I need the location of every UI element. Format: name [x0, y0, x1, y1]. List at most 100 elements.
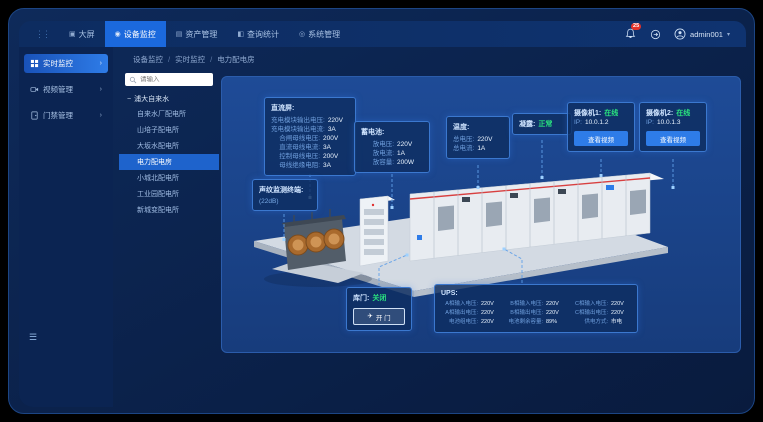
sidebar-item-label: 实时监控 — [43, 58, 73, 69]
breadcrumb-item[interactable]: 设备监控 — [133, 54, 163, 65]
field-label: 直流母线电流: — [271, 143, 320, 152]
field-label: 合闸母线电压: — [271, 134, 320, 143]
view-video-button[interactable]: 查看视频 — [646, 131, 700, 146]
asset-icon: ▤ — [176, 30, 183, 38]
sidebar-item-access-control[interactable]: 门禁管理 › — [24, 106, 108, 125]
notification-badge: 25 — [631, 23, 641, 30]
field-label: B相输出电压: — [506, 309, 543, 318]
field-label: 放电流: — [361, 149, 394, 158]
sidebar-item-label: 门禁管理 — [43, 110, 73, 121]
field-label: 供电方式: — [571, 318, 608, 327]
ups-panel: UPS: A相输入电压:220V B相输入电压:220V C相输入电压:220V… — [434, 284, 638, 333]
field-value: 220V — [546, 300, 566, 309]
field-value: 220V — [611, 300, 631, 309]
grid-monitor-icon — [30, 59, 39, 68]
ip-value: 10.0.1.2 — [585, 118, 609, 128]
tree-root-node[interactable]: − 浦大自来水 — [119, 94, 219, 104]
video-camera-icon — [30, 85, 39, 94]
field-value: 200V — [323, 152, 349, 161]
dc-screen-panel: 直流屏: 充电模块输出电压:220V 充电模块输出电流:3A 合闸母线电压:20… — [264, 97, 356, 176]
field-value: 220V — [477, 135, 503, 144]
noise-monitor-panel: 声纹监测终端: (22dB) — [252, 179, 318, 211]
nav-label: 设备监控 — [124, 29, 156, 40]
nav-item-query-stats[interactable]: ◧ 查询统计 — [227, 21, 289, 47]
monitor-icon: ◉ — [115, 30, 121, 38]
nav-item-device-monitor[interactable]: ◉ 设备监控 — [105, 21, 166, 47]
tree-item[interactable]: 自来水厂配电所 — [119, 106, 219, 122]
field-value: 3A — [323, 161, 349, 170]
panel-title: 温度: — [453, 122, 503, 132]
field-value: 200V — [323, 134, 349, 143]
tree-item[interactable]: 小城北配电所 — [119, 170, 219, 186]
tree-item[interactable]: 工业园配电所 — [119, 186, 219, 202]
sidebar-item-video-management[interactable]: 视频管理 › — [24, 80, 108, 99]
door-icon — [30, 111, 39, 120]
field-value: 89% — [546, 318, 566, 327]
field-value: 1A — [397, 149, 423, 158]
chevron-right-icon: › — [100, 112, 102, 119]
panel-title: 蓄电池: — [361, 127, 423, 137]
breadcrumb: 设备监控 实时监控 电力配电房 — [133, 54, 255, 65]
nav-label: 大屏 — [79, 29, 95, 40]
nav-item-bigscreen[interactable]: ▣ 大屏 — [59, 21, 105, 47]
open-door-label: 开 门 — [376, 312, 391, 322]
sidebar-collapse-button[interactable]: ☰ — [29, 332, 37, 343]
user-menu[interactable]: admin001 ▾ — [674, 28, 730, 40]
field-label: 充电模块输出电压: — [271, 116, 325, 125]
chevron-right-icon: › — [100, 60, 102, 67]
door-panel: 库门: 关闭 ✈ 开 门 — [346, 287, 412, 331]
field-label: 放电压: — [361, 140, 394, 149]
field-value: 220V — [481, 300, 501, 309]
field-label: 放容量: — [361, 158, 394, 167]
field-label: 总电流: — [453, 144, 474, 153]
status-badge: 在线 — [604, 108, 618, 118]
nav-label: 系统管理 — [308, 29, 340, 40]
field-value: 220V — [546, 309, 566, 318]
sidebar-item-realtime-monitor[interactable]: 实时监控 › — [24, 54, 108, 73]
tree-search — [125, 73, 213, 86]
field-label: 电池组电压: — [441, 318, 478, 327]
condensation-panel: 凝露: 正常 — [512, 113, 572, 135]
view-video-button[interactable]: 查看视频 — [574, 131, 628, 146]
open-door-button[interactable]: ✈ 开 门 — [353, 308, 405, 325]
status-badge: 在线 — [676, 108, 690, 118]
status-badge: 正常 — [538, 119, 552, 129]
nav-item-assets[interactable]: ▤ 资产管理 — [166, 21, 228, 47]
camera1-panel: 摄像机1: 在线 IP:10.0.1.2 查看视频 — [567, 102, 635, 152]
query-icon: ◧ — [237, 30, 244, 38]
panel-title: 直流屏: — [271, 103, 349, 113]
collapse-icon: − — [127, 96, 131, 103]
field-value: 220V — [611, 309, 631, 318]
nav-label: 查询统计 — [247, 29, 279, 40]
tree-item[interactable]: 新城变配电所 — [119, 202, 219, 218]
field-label: 电池剩余容量: — [506, 318, 543, 327]
tree-item-active[interactable]: 电力配电房 — [119, 154, 219, 170]
door-open-icon: ✈ — [367, 312, 372, 322]
logout-icon[interactable] — [650, 29, 661, 40]
camera2-panel: 摄像机2: 在线 IP:10.0.1.3 查看视频 — [639, 102, 707, 152]
ip-label: IP: — [646, 118, 654, 128]
bigscreen-icon: ▣ — [69, 30, 76, 38]
panel-title: 凝露: — [519, 119, 535, 129]
field-label: A相输出电压: — [441, 309, 478, 318]
search-input[interactable] — [140, 76, 209, 83]
sidebar: 实时监控 › 视频管理 › 门禁管理 › ☰ — [19, 47, 113, 407]
field-label: C相输出电压: — [571, 309, 608, 318]
notifications-button[interactable]: 25 — [625, 28, 637, 40]
caret-down-icon: ▾ — [727, 31, 730, 38]
field-label: 母线绝缘电阻: — [271, 161, 320, 170]
breadcrumb-item[interactable]: 实时监控 — [168, 54, 205, 65]
field-value: 200W — [397, 158, 423, 167]
room-monitor-panel: 直流屏: 充电模块输出电压:220V 充电模块输出电流:3A 合闸母线电压:20… — [221, 76, 741, 353]
station-tree: − 浦大自来水 自来水厂配电所 山培子配电所 大坂水配电所 电力配电房 小城北配… — [119, 67, 219, 353]
field-label: A相输入电压: — [441, 300, 478, 309]
tree-item[interactable]: 大坂水配电所 — [119, 138, 219, 154]
nav-item-system[interactable]: ◎ 系统管理 — [289, 21, 350, 47]
field-value: 3A — [328, 125, 349, 134]
panel-title: 库门: — [353, 293, 369, 303]
tree-item[interactable]: 山培子配电所 — [119, 122, 219, 138]
ip-value: 10.0.1.3 — [657, 118, 681, 128]
nav-label: 资产管理 — [185, 29, 217, 40]
field-value: 220V — [481, 318, 501, 327]
field-label: C相输入电压: — [571, 300, 608, 309]
